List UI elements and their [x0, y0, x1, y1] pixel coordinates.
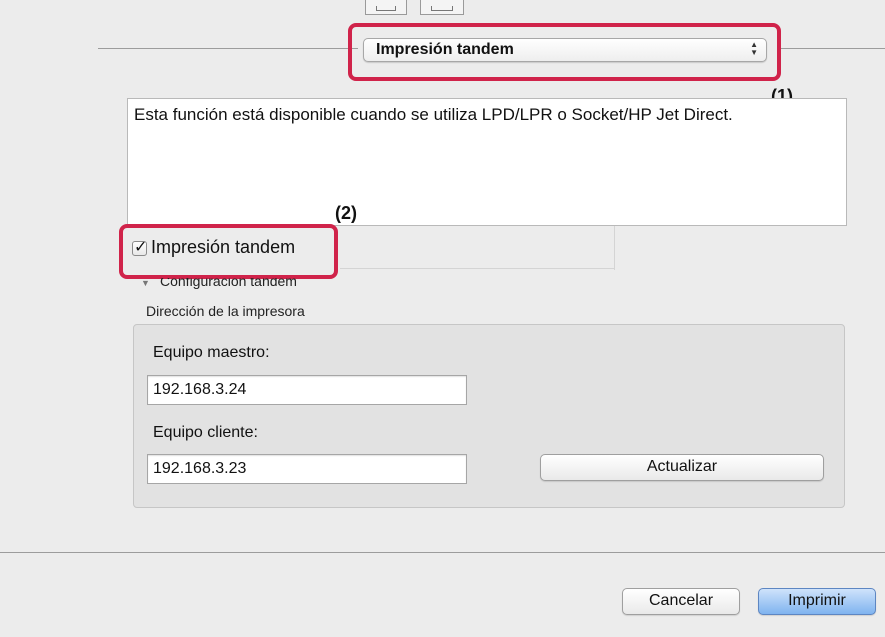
- client-address-input[interactable]: 192.168.3.23: [147, 454, 467, 484]
- master-address-input[interactable]: 192.168.3.24: [147, 375, 467, 405]
- background-window-edge: [614, 226, 615, 270]
- section-separator-right: [780, 48, 885, 49]
- section-separator-left: [98, 48, 358, 49]
- cancel-button[interactable]: Cancelar: [622, 588, 740, 615]
- description-text: Esta función está disponible cuando se u…: [134, 105, 733, 124]
- tab-stub-left[interactable]: [365, 0, 407, 15]
- callout-tandem-checkbox: [119, 224, 338, 279]
- footer-separator: [0, 552, 885, 553]
- print-button[interactable]: Imprimir: [758, 588, 876, 615]
- master-label: Equipo maestro:: [153, 344, 270, 361]
- update-button[interactable]: Actualizar: [540, 454, 824, 481]
- printer-address-group-title: Dirección de la impresora: [146, 303, 305, 319]
- callout-number-2: (2): [335, 203, 357, 223]
- tab-stub-right[interactable]: [420, 0, 464, 15]
- disclosure-triangle-icon[interactable]: ▼: [141, 278, 150, 288]
- background-window-edge-bottom: [340, 268, 615, 269]
- client-label: Equipo cliente:: [153, 424, 258, 441]
- description-box: Esta función está disponible cuando se u…: [127, 98, 847, 226]
- callout-print-mode: [348, 23, 781, 81]
